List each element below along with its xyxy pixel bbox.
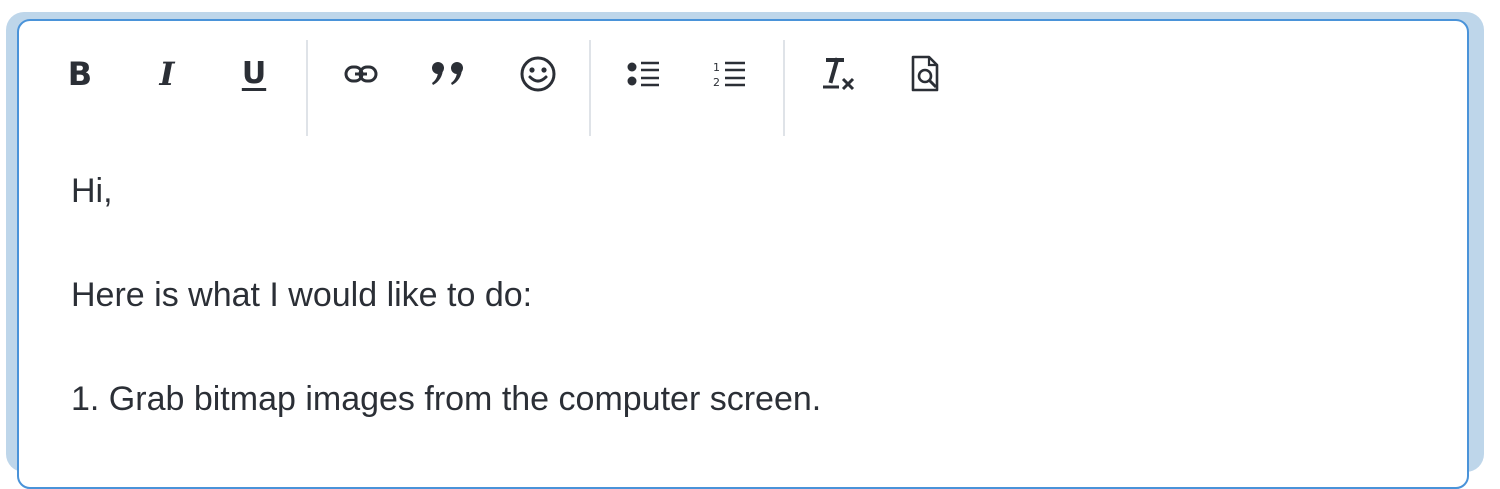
- editor-toolbar: B I U 1 2: [19, 21, 1467, 139]
- link-icon: [344, 65, 378, 83]
- toolbar-separator: [783, 40, 785, 136]
- editor-focus-ring: B I U 1 2 Hi, Here is what I would like …: [6, 12, 1484, 489]
- svg-text:1: 1: [713, 61, 720, 74]
- underline-icon: U: [241, 56, 267, 91]
- remove-format-button[interactable]: [814, 49, 864, 99]
- bold-button[interactable]: B: [55, 49, 105, 99]
- bulleted-list-button[interactable]: [619, 49, 669, 99]
- bulleted-list-icon: [627, 61, 659, 87]
- document-preview-icon: [911, 55, 939, 92]
- rich-text-editor[interactable]: B I U 1 2 Hi, Here is what I would like …: [17, 19, 1469, 489]
- link-button[interactable]: [336, 49, 386, 99]
- numbered-list-button[interactable]: 1 2: [705, 49, 755, 99]
- toolbar-separator: [306, 40, 308, 136]
- paragraph-step-1: 1. Grab bitmap images from the computer …: [71, 380, 822, 418]
- italic-icon: I: [159, 55, 175, 93]
- smiley-icon: [520, 56, 556, 92]
- toolbar-separator: [589, 40, 591, 136]
- editor-content[interactable]: Hi, Here is what I would like to do: 1. …: [71, 171, 1427, 483]
- preview-button[interactable]: [901, 49, 951, 99]
- numbered-list-icon: 1 2: [713, 61, 745, 89]
- quote-icon: [432, 62, 463, 85]
- italic-button[interactable]: I: [142, 49, 192, 99]
- paragraph-intro: Here is what I would like to do:: [71, 276, 533, 314]
- emoji-button[interactable]: [513, 49, 563, 99]
- bold-icon: B: [67, 55, 93, 93]
- blockquote-button[interactable]: [423, 49, 473, 99]
- svg-text:2: 2: [713, 76, 720, 89]
- clear-formatting-icon: [823, 57, 855, 91]
- paragraph-greeting: Hi,: [71, 172, 113, 210]
- underline-button[interactable]: U: [229, 49, 279, 99]
